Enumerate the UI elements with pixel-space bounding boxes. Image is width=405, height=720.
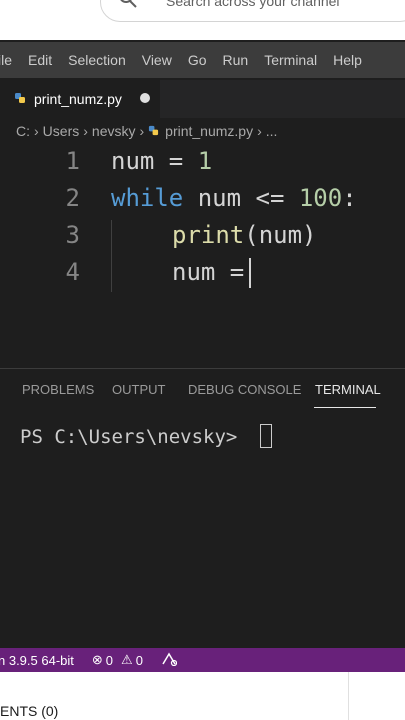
error-icon: ⊗	[91, 652, 103, 667]
chevron-right-icon: ›	[257, 123, 262, 139]
code-line-3[interactable]: print(num)	[172, 221, 317, 249]
tab-terminal[interactable]: TERMINAL	[315, 382, 381, 397]
code-line-2[interactable]: while num <= 100:	[111, 184, 357, 212]
code-token: 1	[197, 147, 213, 175]
panel-tabs: PROBLEMS OUTPUT DEBUG CONSOLE TERMINAL	[0, 382, 405, 400]
live-share-icon[interactable]	[161, 652, 178, 669]
warning-icon: ⚠	[121, 652, 133, 667]
tab-label: print_numz.py	[34, 91, 122, 107]
menu-bar: ile Edit Selection View Go Run Terminal …	[0, 42, 405, 78]
active-tab-underline	[314, 407, 376, 408]
bottom-area	[0, 672, 405, 720]
problems-indicator[interactable]: ⊗ 0 ⚠ 0	[92, 652, 143, 668]
menu-file[interactable]: ile	[0, 52, 20, 68]
breadcrumb-file[interactable]: print_numz.py	[165, 123, 253, 139]
terminal-prompt[interactable]: PS C:\Users\nevsky>	[20, 426, 237, 448]
code-line-4[interactable]: num =	[172, 258, 244, 286]
warning-count: 0	[135, 652, 143, 668]
breadcrumb: C: › Users › nevsky › print_numz.py › ..…	[16, 122, 277, 140]
code-token: 100	[298, 184, 343, 212]
bottom-divider	[348, 672, 349, 720]
line-number: 1	[65, 147, 80, 175]
comments-label[interactable]: ENTS (0)	[0, 703, 58, 719]
breadcrumb-user[interactable]: nevsky	[92, 123, 136, 139]
line-number: 3	[65, 221, 80, 249]
code-token: num <=	[183, 184, 299, 212]
python-file-icon	[148, 123, 159, 139]
indent-guide	[111, 220, 112, 292]
breadcrumb-drive[interactable]: C:	[16, 123, 30, 139]
tab-output[interactable]: OUTPUT	[112, 382, 165, 397]
chevron-right-icon: ›	[83, 123, 88, 139]
tab-problems[interactable]: PROBLEMS	[22, 382, 94, 397]
menu-terminal[interactable]: Terminal	[256, 52, 325, 68]
code-token: :	[342, 184, 357, 212]
terminal-cursor	[260, 424, 272, 448]
tab-debug-console[interactable]: DEBUG CONSOLE	[188, 382, 301, 397]
chevron-right-icon: ›	[139, 123, 145, 139]
menu-run[interactable]: Run	[215, 52, 257, 68]
python-file-icon	[14, 91, 26, 107]
code-token: while	[111, 184, 184, 212]
line-number: 4	[65, 258, 80, 286]
breadcrumb-users[interactable]: Users	[43, 123, 80, 139]
unsaved-dot-icon[interactable]	[140, 93, 150, 103]
menu-view[interactable]: View	[134, 52, 180, 68]
search-icon[interactable]	[118, 0, 140, 10]
menu-edit[interactable]: Edit	[20, 52, 60, 68]
tab-print-numz[interactable]: print_numz.py	[0, 80, 160, 118]
code-line-1[interactable]: num = 1	[111, 147, 212, 175]
code-token: print	[172, 221, 245, 249]
python-interpreter[interactable]: n 3.9.5 64-bit	[0, 653, 74, 668]
menu-go[interactable]: Go	[180, 52, 215, 68]
chevron-right-icon: ›	[34, 123, 39, 139]
code-token: =	[154, 147, 198, 175]
text-cursor	[249, 258, 251, 288]
status-bar: n 3.9.5 64-bit ⊗ 0 ⚠ 0	[0, 648, 405, 672]
menu-selection[interactable]: Selection	[60, 52, 134, 68]
error-count: 0	[105, 652, 114, 668]
panel-divider	[0, 368, 405, 369]
breadcrumb-more[interactable]: ...	[266, 123, 278, 139]
code-token: (num)	[244, 221, 317, 249]
code-token: num	[111, 147, 155, 175]
search-placeholder[interactable]: Search across your channel	[166, 0, 340, 9]
menu-help[interactable]: Help	[325, 52, 370, 68]
line-number: 2	[65, 184, 80, 212]
